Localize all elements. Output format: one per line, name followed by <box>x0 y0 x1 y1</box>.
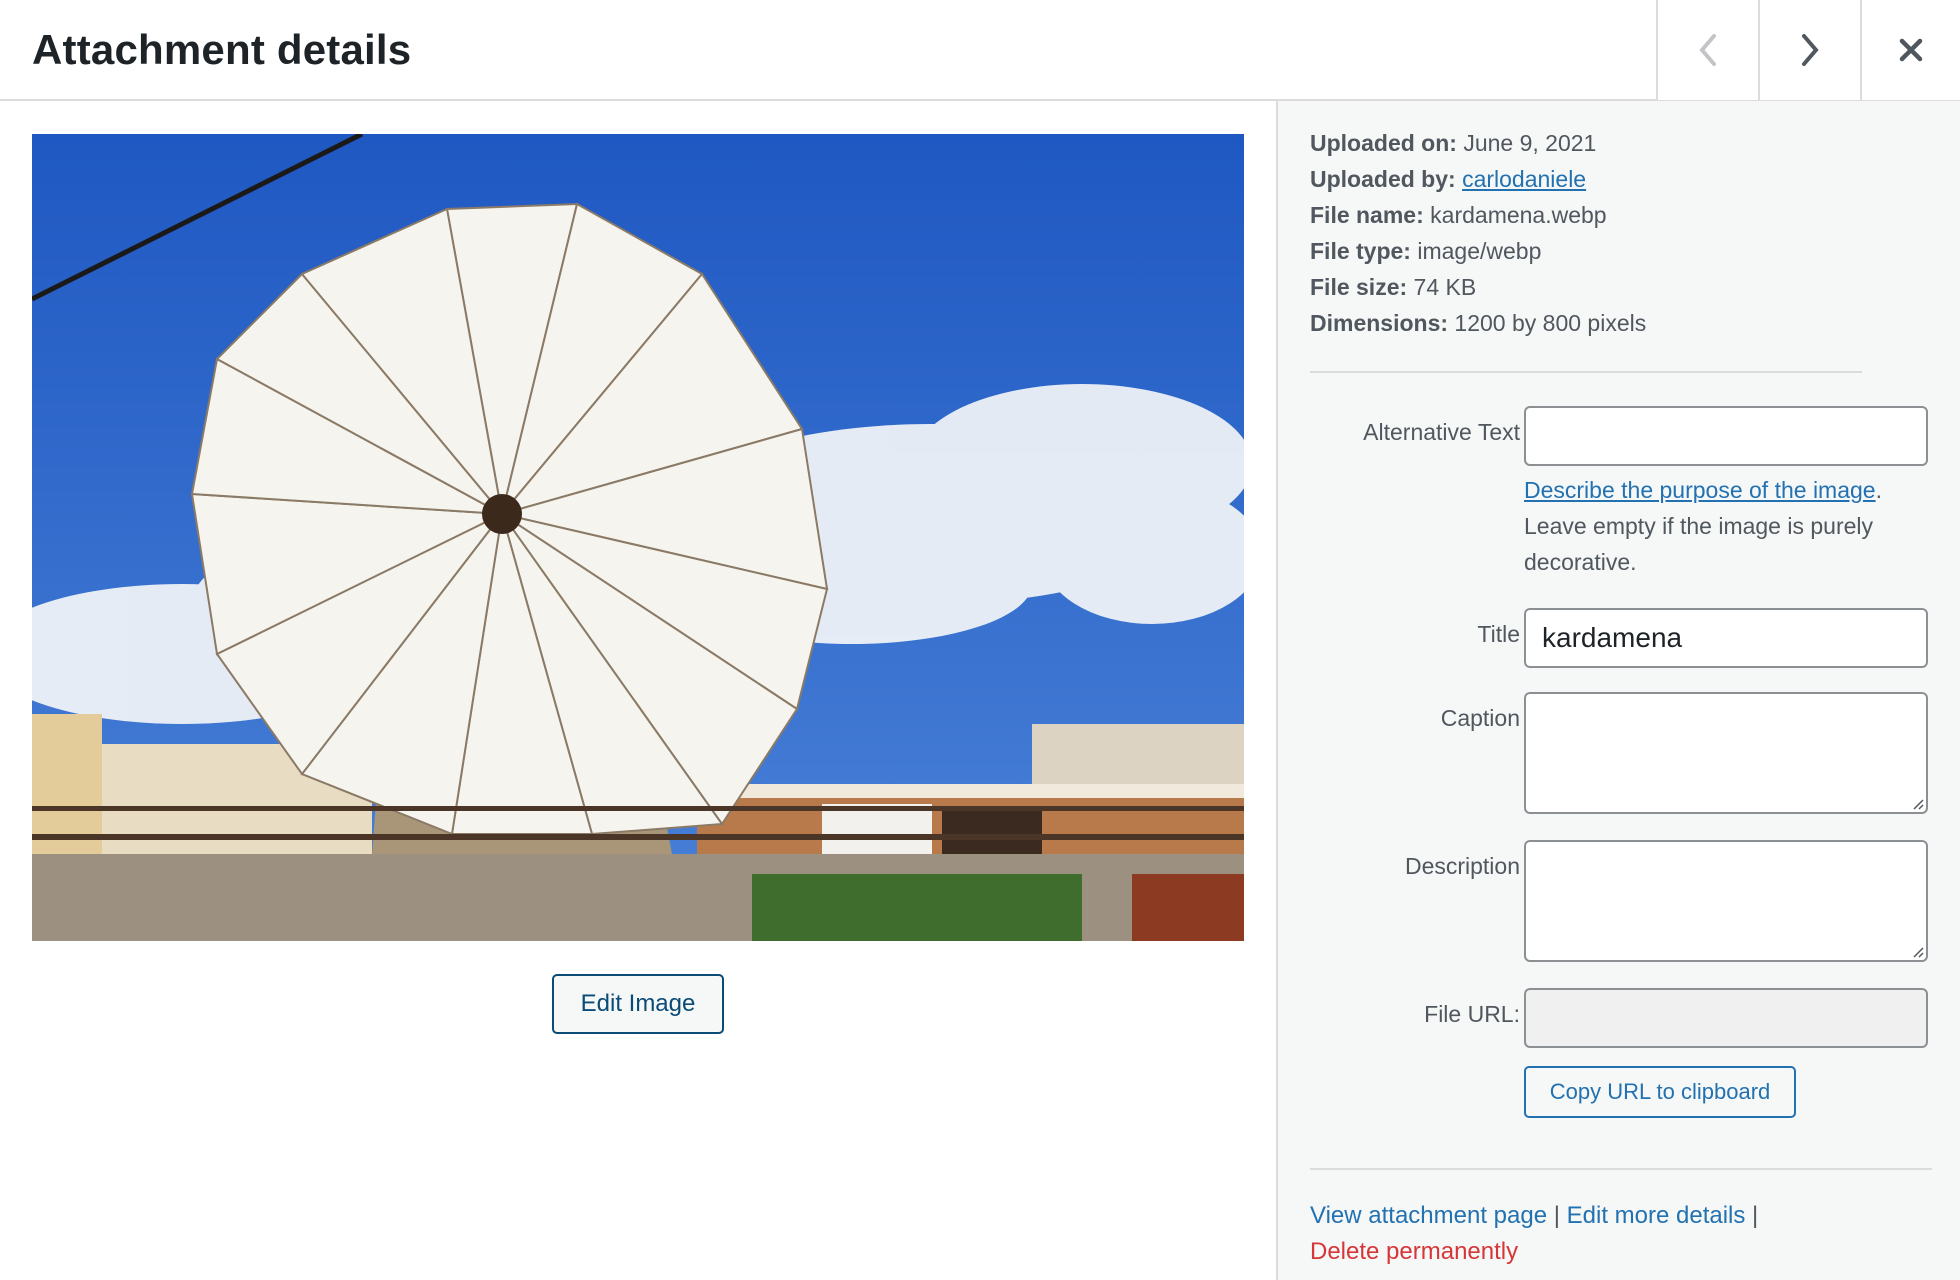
chevron-right-icon <box>1802 34 1819 66</box>
uploaded-by: Uploaded by: carlodaniele <box>1310 166 1587 192</box>
file-size: File size: 74 KB <box>1310 274 1477 300</box>
resize-handle-icon[interactable] <box>1910 944 1924 958</box>
uploader-link[interactable]: carlodaniele <box>1462 166 1586 192</box>
file-details: Uploaded on: June 9, 2021 Uploaded by: c… <box>1310 125 1646 341</box>
delete-permanently-link[interactable]: Delete permanently <box>1310 1238 1518 1265</box>
dimensions: Dimensions: 1200 by 800 pixels <box>1310 310 1647 336</box>
description-label: Description <box>1404 853 1520 879</box>
page-title: Attachment details <box>32 26 412 73</box>
divider <box>1310 371 1862 373</box>
alt-text-input[interactable] <box>1524 406 1928 466</box>
chevron-left-icon <box>1699 34 1716 66</box>
caption-label: Caption <box>1440 705 1520 731</box>
title-input[interactable]: kardamena <box>1524 608 1928 668</box>
file-type: File type: image/webp <box>1310 238 1542 264</box>
edit-more-details-link[interactable]: Edit more details <box>1567 1202 1746 1229</box>
modal-header: Attachment details <box>0 0 1960 101</box>
attachment-info-sidebar: Uploaded on: June 9, 2021 Uploaded by: c… <box>1276 101 1960 1280</box>
view-attachment-page-link[interactable]: View attachment page <box>1310 1202 1547 1229</box>
file-name: File name: kardamena.webp <box>1310 202 1607 228</box>
close-button[interactable] <box>1860 0 1960 100</box>
uploaded-on: Uploaded on: June 9, 2021 <box>1310 130 1597 156</box>
file-url-input[interactable] <box>1524 988 1928 1048</box>
alt-text-help: Describe the purpose of the image. Leave… <box>1524 477 1882 575</box>
file-url-label: File URL: <box>1424 1001 1520 1027</box>
previous-button[interactable] <box>1656 0 1758 100</box>
title-label: Title <box>1477 621 1520 647</box>
close-icon <box>1899 38 1923 62</box>
next-button[interactable] <box>1758 0 1860 100</box>
media-preview-pane: Edit Image <box>0 101 1276 1280</box>
attachment-image <box>32 134 1244 941</box>
attachment-actions: View attachment page | Edit more details… <box>1310 1202 1759 1265</box>
describe-purpose-link[interactable]: Describe the purpose of the image <box>1524 477 1876 503</box>
edit-image-button[interactable]: Edit Image <box>552 974 724 1034</box>
divider <box>1310 1168 1932 1170</box>
description-textarea[interactable] <box>1524 840 1928 962</box>
resize-handle-icon[interactable] <box>1910 796 1924 810</box>
alt-text-label: Alternative Text <box>1363 419 1520 445</box>
copy-url-button[interactable]: Copy URL to clipboard <box>1524 1066 1796 1118</box>
caption-textarea[interactable] <box>1524 692 1928 814</box>
